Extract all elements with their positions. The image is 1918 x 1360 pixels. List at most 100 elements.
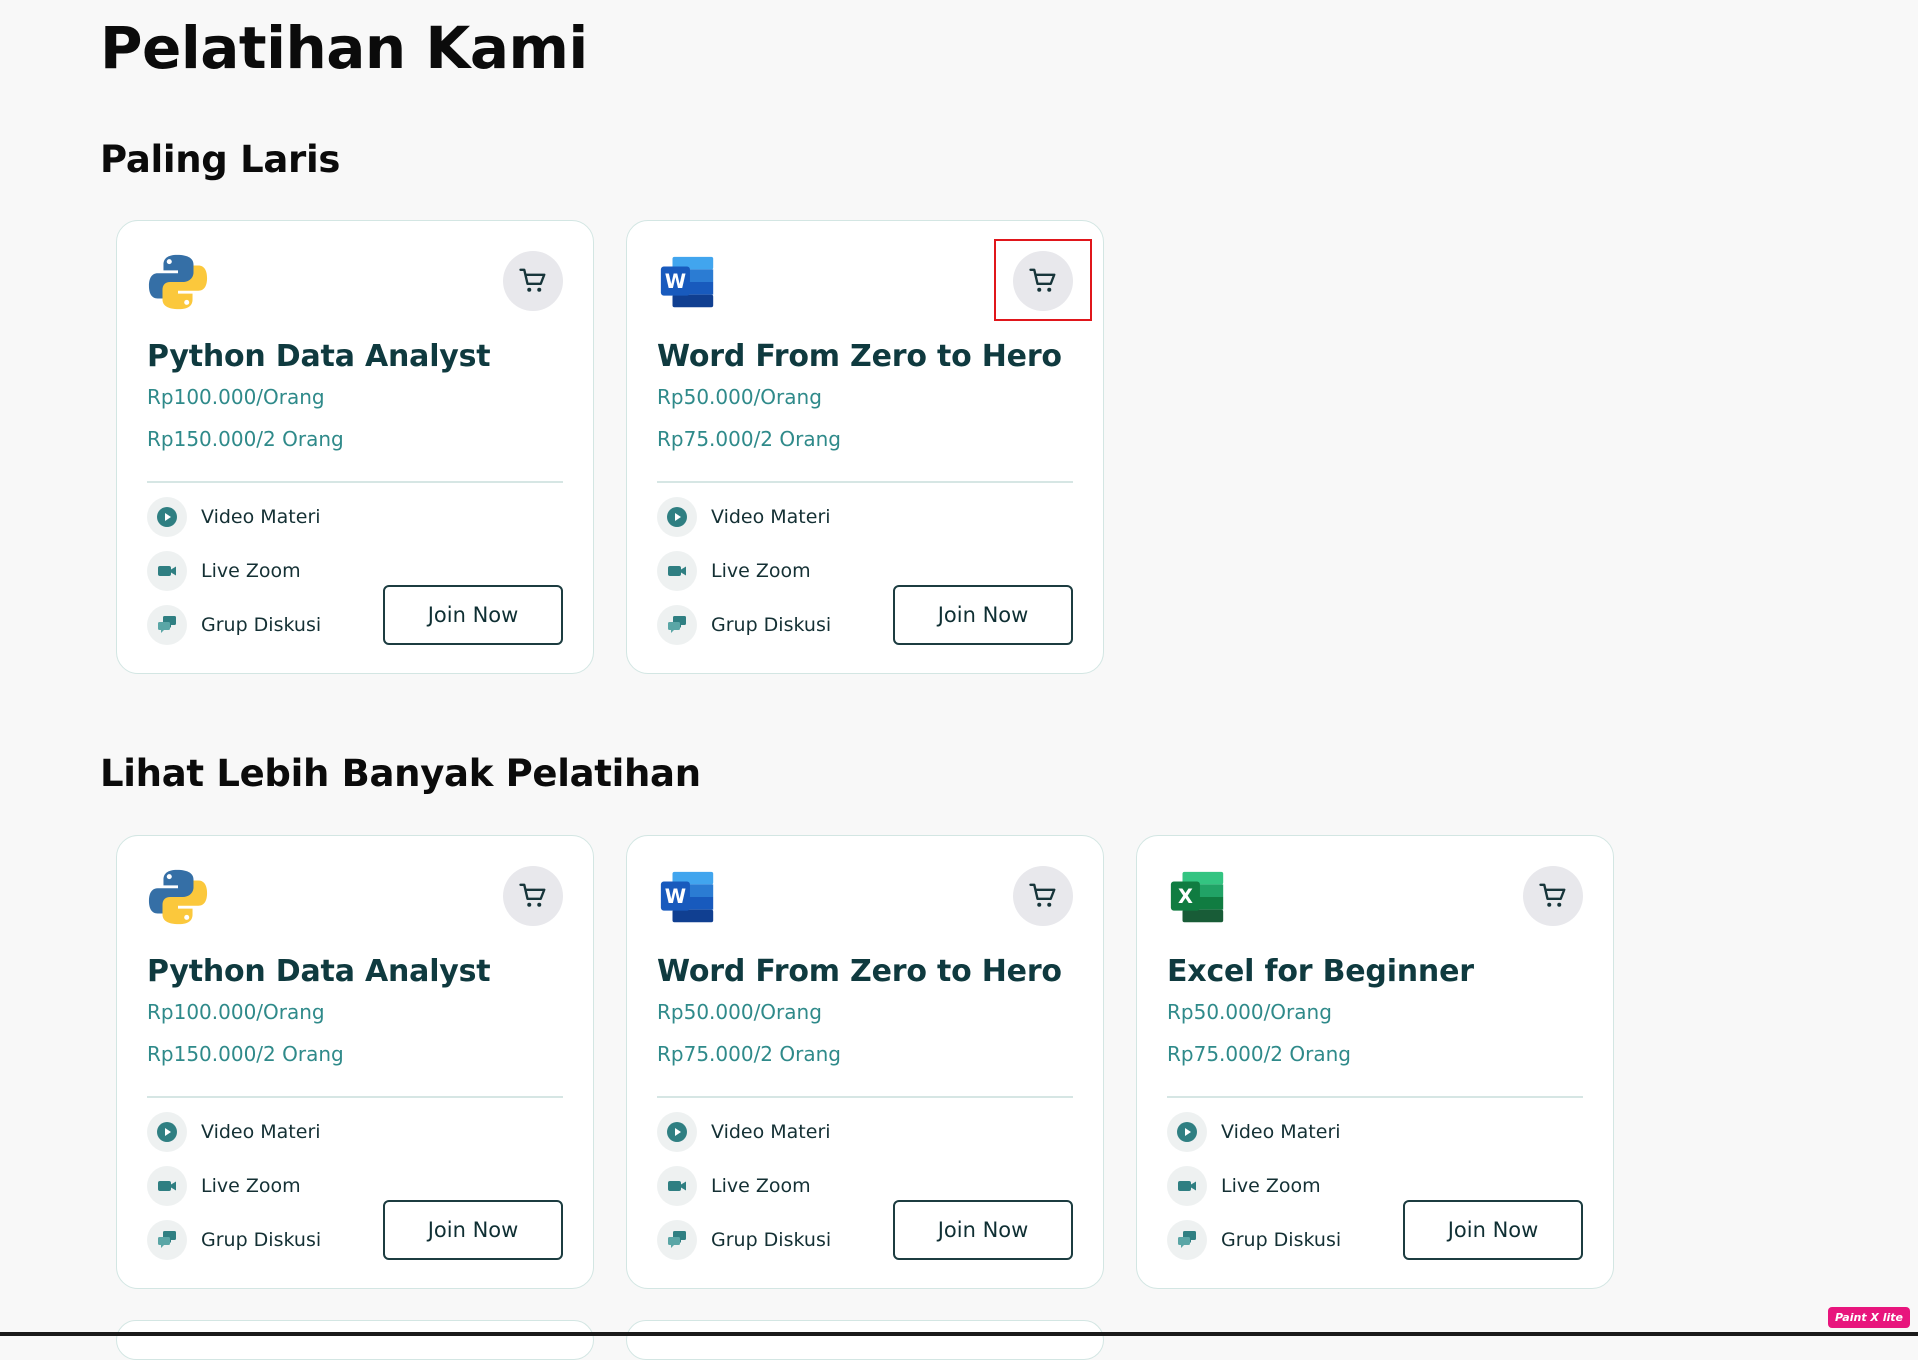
video-camera-icon [147,1166,187,1206]
svg-text:X: X [1178,885,1193,908]
play-icon [657,497,697,537]
join-now-button[interactable]: Join Now [893,1200,1073,1260]
price-per-pair: Rp75.000/2 Orang [657,1042,841,1066]
paint-x-lite-watermark: Paint X lite [1827,1307,1910,1328]
course-card-partial [626,1320,1104,1360]
course-title: Python Data Analyst [147,954,491,989]
cart-icon [1029,268,1056,292]
join-now-button[interactable]: Join Now [383,585,563,645]
chat-bubbles-icon [147,605,187,645]
course-title: Excel for Beginner [1167,954,1474,989]
feature-grup-diskusi: Grup Diskusi [1167,1220,1341,1260]
feature-label: Live Zoom [201,1175,301,1197]
price-per-person: Rp100.000/Orang [147,385,325,409]
feature-live-zoom: Live Zoom [1167,1166,1321,1206]
feature-label: Grup Diskusi [711,1229,832,1251]
play-icon [147,497,187,537]
feature-video-materi: Video Materi [147,1112,321,1152]
price-per-person: Rp100.000/Orang [147,1000,325,1024]
feature-label: Grup Diskusi [201,614,322,636]
join-now-button[interactable]: Join Now [383,1200,563,1260]
feature-label: Video Materi [711,506,831,528]
course-card: Python Data Analyst Rp100.000/Orang Rp15… [116,220,594,674]
feature-live-zoom: Live Zoom [657,1166,811,1206]
card-divider [657,1096,1073,1098]
feature-label: Grup Diskusi [711,614,832,636]
window-bottom-edge [0,1332,1918,1336]
feature-grup-diskusi: Grup Diskusi [657,1220,831,1260]
price-per-pair: Rp150.000/2 Orang [147,1042,344,1066]
course-title: Python Data Analyst [147,339,491,374]
chat-bubbles-icon [1167,1220,1207,1260]
video-camera-icon [1167,1166,1207,1206]
feature-label: Live Zoom [1221,1175,1321,1197]
price-per-pair: Rp150.000/2 Orang [147,427,344,451]
feature-grup-diskusi: Grup Diskusi [657,605,831,645]
card-divider [1167,1096,1583,1098]
word-logo: W [657,251,719,313]
course-card: X Excel for Beginner Rp50.000/Orang Rp75… [1136,835,1614,1289]
course-card: Python Data Analyst Rp100.000/Orang Rp15… [116,835,594,1289]
course-card-partial [116,1320,594,1360]
feature-grup-diskusi: Grup Diskusi [147,1220,321,1260]
play-icon [1167,1112,1207,1152]
play-icon [657,1112,697,1152]
svg-text:W: W [665,270,686,293]
svg-text:W: W [665,885,686,908]
course-title: Word From Zero to Hero [657,954,1062,989]
feature-video-materi: Video Materi [657,1112,831,1152]
video-camera-icon [657,551,697,591]
feature-video-materi: Video Materi [147,497,321,537]
add-to-cart-button[interactable] [503,251,563,311]
add-to-cart-button[interactable] [503,866,563,926]
chat-bubbles-icon [657,605,697,645]
feature-video-materi: Video Materi [1167,1112,1341,1152]
cart-icon [1539,883,1566,907]
add-to-cart-button[interactable] [1523,866,1583,926]
feature-grup-diskusi: Grup Diskusi [147,605,321,645]
course-card: W Word From Zero to Hero Rp50.000/Orang … [626,835,1104,1289]
join-now-button[interactable]: Join Now [893,585,1073,645]
cart-icon [519,883,546,907]
feature-live-zoom: Live Zoom [147,551,301,591]
section-title-paling-laris: Paling Laris [100,138,341,181]
card-divider [657,481,1073,483]
add-to-cart-button[interactable] [994,239,1092,321]
play-icon [147,1112,187,1152]
card-divider [147,481,563,483]
course-title: Word From Zero to Hero [657,339,1062,374]
feature-label: Grup Diskusi [1221,1229,1342,1251]
feature-live-zoom: Live Zoom [657,551,811,591]
join-now-button[interactable]: Join Now [1403,1200,1583,1260]
feature-label: Video Materi [201,506,321,528]
price-per-person: Rp50.000/Orang [657,385,822,409]
video-camera-icon [147,551,187,591]
excel-logo: X [1167,866,1229,928]
section-title-lihat-lebih-banyak: Lihat Lebih Banyak Pelatihan [100,752,701,795]
feature-label: Live Zoom [711,560,811,582]
python-logo [147,251,209,313]
word-logo: W [657,866,719,928]
card-divider [147,1096,563,1098]
cart-icon [519,268,546,292]
python-logo [147,866,209,928]
chat-bubbles-icon [147,1220,187,1260]
feature-live-zoom: Live Zoom [147,1166,301,1206]
feature-label: Video Materi [711,1121,831,1143]
course-card: W Word From Zero to Hero Rp50.000/Orang … [626,220,1104,674]
video-camera-icon [657,1166,697,1206]
feature-label: Live Zoom [711,1175,811,1197]
cart-icon [1029,883,1056,907]
feature-label: Video Materi [1221,1121,1341,1143]
price-per-pair: Rp75.000/2 Orang [657,427,841,451]
page-title: Pelatihan Kami [100,14,588,82]
feature-label: Video Materi [201,1121,321,1143]
price-per-pair: Rp75.000/2 Orang [1167,1042,1351,1066]
price-per-person: Rp50.000/Orang [657,1000,822,1024]
feature-video-materi: Video Materi [657,497,831,537]
feature-label: Live Zoom [201,560,301,582]
chat-bubbles-icon [657,1220,697,1260]
feature-label: Grup Diskusi [201,1229,322,1251]
price-per-person: Rp50.000/Orang [1167,1000,1332,1024]
add-to-cart-button[interactable] [1013,866,1073,926]
